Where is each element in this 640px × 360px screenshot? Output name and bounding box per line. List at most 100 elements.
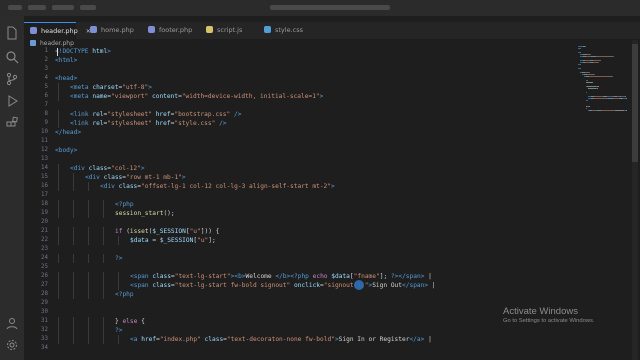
code-token: $_SESSION: [159, 237, 194, 244]
tab-script-js[interactable]: script.js: [200, 22, 248, 39]
menu-item-blurred[interactable]: [8, 5, 22, 10]
code-token: class: [200, 336, 224, 343]
code-line[interactable]: <link rel="stylesheet" href="style.css" …: [70, 119, 227, 128]
code-line[interactable]: <a href="index.php" class="text-decorato…: [130, 335, 432, 344]
code-line[interactable]: session_start();: [115, 209, 175, 218]
settings-icon[interactable]: [5, 338, 19, 352]
code-line[interactable]: <span class="text-lg-start fw-bold signo…: [130, 281, 436, 290]
indent-guide: [88, 209, 89, 218]
code-token: "text-lg-start": [174, 273, 231, 280]
indent-guide: [103, 209, 104, 218]
indent-guide: [73, 209, 74, 218]
indent-guide: [58, 110, 59, 119]
code-line[interactable]: <head>: [55, 74, 77, 83]
code-token: =: [148, 237, 160, 244]
code-token: <a: [130, 336, 142, 343]
css-file-icon: [264, 26, 271, 33]
minimap-stroke: [578, 52, 581, 53]
indent-guide: [88, 326, 89, 335]
code-line[interactable]: <div class="col-12">: [70, 164, 145, 173]
code-token: else: [122, 318, 138, 325]
tab-header-php[interactable]: header.php ✕: [24, 22, 91, 39]
code-token: <body>: [55, 147, 78, 154]
code-token: <div: [85, 174, 104, 181]
menu-item-blurred[interactable]: [52, 5, 74, 10]
minimap-stroke: [586, 80, 588, 81]
indent-guide: [88, 182, 89, 191]
breadcrumb[interactable]: header.php: [30, 40, 74, 47]
minimap-stroke: [586, 100, 588, 101]
breadcrumb-file[interactable]: header.php: [40, 40, 74, 47]
code-token: |: [428, 282, 436, 289]
tab-style-css[interactable]: style.css: [258, 22, 306, 39]
code-line[interactable]: <meta charset="utf-8">: [70, 83, 152, 92]
indent-guide: [103, 272, 104, 281]
code-line[interactable]: <!DOCTYPE html>: [55, 47, 111, 56]
indent-guide: [58, 200, 59, 209]
code-line[interactable]: <div class="row mt-1 mb-1">: [85, 173, 186, 182]
minimap-stroke: [626, 98, 627, 99]
code-token: "fname": [353, 273, 380, 280]
minimap-stroke: [592, 82, 593, 83]
extensions-icon[interactable]: [5, 116, 19, 130]
indent-guide: [73, 254, 74, 263]
code-line[interactable]: </head>: [55, 128, 81, 137]
code-token: rel: [92, 111, 104, 118]
minimap-stroke: [594, 96, 601, 97]
indent-guide: [58, 317, 59, 326]
minimap-stroke: [594, 98, 608, 99]
vertical-scrollbar[interactable]: [632, 40, 638, 360]
source-control-icon[interactable]: [5, 72, 19, 86]
code-line[interactable]: <html>: [55, 56, 77, 65]
code-token: <head>: [55, 75, 78, 82]
menu-item-blurred[interactable]: [28, 5, 46, 10]
indent-guide: [58, 236, 59, 245]
indent-guide: [58, 83, 59, 92]
code-line[interactable]: <div class="offset-lg-1 col-12 col-lg-3 …: [100, 182, 335, 191]
minimap-stroke: [578, 68, 581, 69]
minimap-stroke: [593, 60, 600, 61]
code-line[interactable]: $data = $_SESSION["u"];: [130, 236, 216, 245]
code-token: "offset-lg-1 col-12 col-lg-3 align-self-…: [141, 183, 332, 190]
minimap-stroke: [587, 74, 594, 75]
code-line[interactable]: ?>: [115, 254, 122, 263]
code-line[interactable]: <?php: [115, 200, 134, 209]
indent-guide: [58, 164, 59, 173]
tab-label: home.php: [101, 26, 134, 34]
search-icon[interactable]: [5, 50, 19, 64]
account-icon[interactable]: [5, 316, 19, 330]
activity-bar: [0, 16, 24, 360]
files-icon[interactable]: [5, 26, 19, 40]
tab-footer-php[interactable]: footer.php: [142, 22, 194, 39]
code-token: >: [148, 84, 152, 91]
code-line[interactable]: } else {: [115, 317, 145, 326]
indent-guide: [73, 182, 74, 191]
code-line[interactable]: <span class="text-lg-start"><b>Welcome <…: [130, 272, 432, 281]
code-line[interactable]: ?>: [115, 326, 122, 335]
code-line[interactable]: <?php: [115, 290, 134, 299]
indent-guide: [103, 335, 104, 344]
code-token: isset: [129, 228, 149, 235]
scrollbar-thumb[interactable]: [632, 44, 638, 162]
minimap-stroke: [625, 96, 626, 97]
code-token: <meta: [70, 84, 93, 91]
menu-item-blurred[interactable]: [80, 5, 96, 10]
indent-guide: [103, 317, 104, 326]
code-token: "index.php": [159, 336, 201, 343]
line-number: 7: [44, 102, 49, 108]
code-line[interactable]: <link rel="stylesheet" href="bootstrap.c…: [70, 110, 241, 119]
tab-home-php[interactable]: home.php: [84, 22, 134, 39]
code-token: <span: [130, 282, 153, 289]
code-line[interactable]: if (isset($_SESSION["u"])) {: [115, 227, 219, 236]
indent-guide: [88, 200, 89, 209]
code-token: "row mt-1 mb-1": [126, 174, 182, 181]
code-line[interactable]: <meta name="viewport" content="width=dev…: [70, 92, 323, 101]
run-debug-icon[interactable]: [5, 94, 19, 108]
minimap[interactable]: [578, 42, 628, 152]
line-number: 16: [41, 183, 48, 189]
indent-guide: [88, 290, 89, 299]
code-line[interactable]: <body>: [55, 146, 77, 155]
indent-guide: [73, 326, 74, 335]
indent-guide: [58, 254, 59, 263]
indent-guide: [73, 290, 74, 299]
